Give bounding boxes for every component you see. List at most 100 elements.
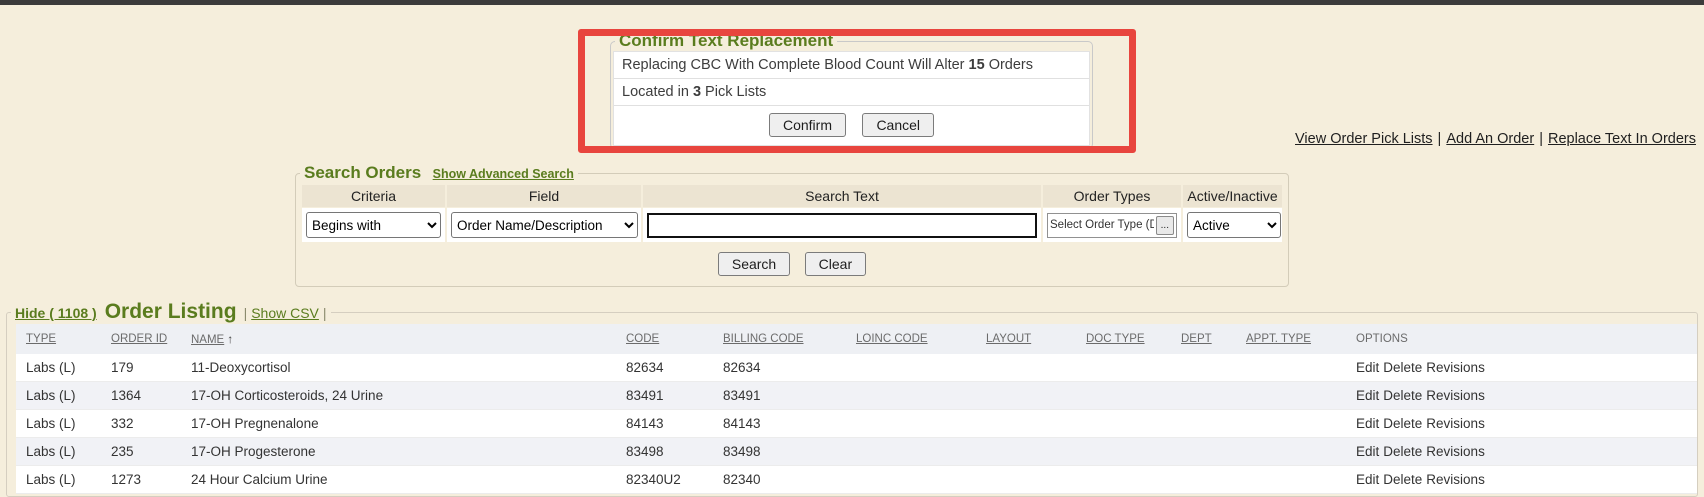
cell-code: 83498	[616, 438, 713, 466]
order-row[interactable]: Labs (L) 1273 24 Hour Calcium Urine 8234…	[16, 466, 1697, 494]
search-button-row: Search Clear	[300, 243, 1284, 286]
cell-name: 17-OH Corticosteroids, 24 Urine	[181, 382, 616, 410]
nav-separator: |	[1438, 131, 1442, 147]
column-header-appt-type[interactable]: APPT. TYPE	[1236, 324, 1346, 354]
pipe-separator: |	[323, 305, 327, 321]
show-advanced-search-link[interactable]: Show Advanced Search	[433, 167, 574, 181]
add-an-order-link[interactable]: Add An Order	[1446, 131, 1534, 147]
order-row[interactable]: Labs (L) 235 17-OH Progesterone 83498 83…	[16, 438, 1697, 466]
cell-order-id: 1364	[101, 382, 181, 410]
column-header-type[interactable]: TYPE	[16, 324, 101, 354]
option-edit-link[interactable]: Edit	[1356, 416, 1379, 431]
cell-dept	[1171, 438, 1236, 466]
dialog-button-row: Confirm Cancel	[614, 106, 1089, 145]
column-header-name[interactable]: NAME↑	[181, 324, 616, 354]
dialog-title: Confirm Text Replacement	[615, 31, 837, 51]
search-orders-legend: Search Orders Show Advanced Search	[300, 163, 578, 183]
column-header-loinc-code[interactable]: LOINC CODE	[846, 324, 976, 354]
option-delete-link[interactable]: Delete	[1383, 360, 1422, 375]
column-header-layout[interactable]: LAYOUT	[976, 324, 1076, 354]
dialog-body: Replacing CBC With Complete Blood Count …	[613, 51, 1090, 146]
search-text-input[interactable]	[647, 213, 1037, 238]
cell-loinc-code	[846, 382, 976, 410]
cell-doc-type	[1076, 466, 1171, 494]
column-header-options: OPTIONS	[1346, 324, 1697, 354]
orders-count: 15	[969, 57, 985, 73]
active-inactive-select[interactable]: Active	[1187, 212, 1281, 238]
search-button[interactable]: Search	[718, 252, 790, 276]
header-zone: Confirm Text Replacement Replacing CBC W…	[0, 5, 1704, 163]
cell-appt-type	[1236, 410, 1346, 438]
cell-name: 17-OH Pregnenalone	[181, 410, 616, 438]
message-prefix: Replacing CBC With Complete Blood Count …	[622, 57, 969, 73]
cell-options: Edit Delete Revisions	[1346, 438, 1697, 466]
view-order-pick-lists-link[interactable]: View Order Pick Lists	[1295, 131, 1433, 147]
order-type-picker[interactable]: Select Order Type (Default is All) ...	[1047, 213, 1177, 238]
cell-order-id: 235	[101, 438, 181, 466]
cell-type: Labs (L)	[16, 354, 101, 382]
search-orders-panel: Search Orders Show Advanced Search Crite…	[295, 163, 1289, 287]
message-suffix: Orders	[985, 57, 1033, 73]
cell-options: EditDeleteRevisions	[1346, 466, 1697, 494]
cell-dept	[1171, 382, 1236, 410]
search-text-column-header: Search Text	[643, 185, 1041, 207]
option-revisions-link[interactable]: Revisions	[1426, 444, 1485, 459]
order-row[interactable]: Labs (L) 1364 17-OH Corticosteroids, 24 …	[16, 382, 1697, 410]
cell-name: 11-Deoxycortisol	[181, 354, 616, 382]
cell-doc-type	[1076, 354, 1171, 382]
order-row[interactable]: Labs (L) 179 11-Deoxycortisol 82634 8263…	[16, 354, 1697, 382]
replace-text-in-orders-link[interactable]: Replace Text In Orders	[1548, 131, 1696, 147]
order-types-column-header: Order Types	[1043, 185, 1181, 207]
field-select[interactable]: Order Name/Description	[451, 212, 638, 238]
option-delete-link[interactable]: Delete	[1383, 416, 1422, 431]
criteria-column-header: Criteria	[302, 185, 445, 207]
cell-name: 17-OH Progesterone	[181, 438, 616, 466]
cell-options: Edit Delete Revisions	[1346, 354, 1697, 382]
column-header-order-id[interactable]: ORDER ID	[101, 324, 181, 354]
column-header-doc-type[interactable]: DOC TYPE	[1076, 324, 1171, 354]
cell-billing-code: 83491	[713, 382, 846, 410]
cell-order-id: 179	[101, 354, 181, 382]
cell-doc-type	[1076, 410, 1171, 438]
cell-name: 24 Hour Calcium Urine	[181, 466, 616, 494]
option-delete-link[interactable]: Delete	[1383, 444, 1422, 459]
cancel-button[interactable]: Cancel	[862, 113, 934, 137]
field-column-header: Field	[447, 185, 641, 207]
hide-count-link[interactable]: Hide ( 1108 )	[15, 305, 97, 321]
listing-header-row: TYPE ORDER ID NAME↑ CODE BILLING CODE LO…	[16, 324, 1697, 354]
order-row[interactable]: Labs (L) 332 17-OH Pregnenalone 84143 84…	[16, 410, 1697, 438]
option-delete-link[interactable]: Delete	[1383, 388, 1422, 403]
clear-button[interactable]: Clear	[805, 252, 866, 276]
column-header-billing-code[interactable]: BILLING CODE	[713, 324, 846, 354]
order-listing-title: Order Listing	[105, 300, 237, 323]
picklists-count: 3	[693, 84, 701, 100]
option-edit-link[interactable]: Edit	[1356, 388, 1379, 403]
cell-layout	[976, 410, 1076, 438]
option-revisions-link[interactable]: Revisions	[1426, 360, 1485, 375]
option-edit-link[interactable]: Edit	[1356, 444, 1379, 459]
order-type-browse-button[interactable]: ...	[1156, 216, 1174, 235]
cell-layout	[976, 354, 1076, 382]
cell-code: 82340U2	[616, 466, 713, 494]
dialog-message-picklists: Located in 3 Pick Lists	[614, 79, 1089, 106]
cell-dept	[1171, 410, 1236, 438]
cell-loinc-code	[846, 466, 976, 494]
option-edit-link[interactable]: Edit	[1356, 360, 1379, 375]
criteria-select[interactable]: Begins with	[306, 212, 441, 238]
order-listing-table: TYPE ORDER ID NAME↑ CODE BILLING CODE LO…	[16, 324, 1697, 494]
pipe-separator: |	[244, 305, 248, 321]
sort-ascending-icon: ↑	[227, 332, 233, 346]
cell-billing-code: 84143	[713, 410, 846, 438]
cell-appt-type	[1236, 466, 1346, 494]
cell-doc-type	[1076, 438, 1171, 466]
column-header-code[interactable]: CODE	[616, 324, 713, 354]
column-header-dept[interactable]: DEPT	[1171, 324, 1236, 354]
show-csv-link[interactable]: Show CSV	[251, 305, 319, 321]
confirm-button[interactable]: Confirm	[769, 113, 846, 137]
cell-loinc-code	[846, 438, 976, 466]
search-orders-title: Search Orders	[304, 163, 421, 182]
cell-billing-code: 83498	[713, 438, 846, 466]
dialog-message-orders: Replacing CBC With Complete Blood Count …	[614, 52, 1089, 79]
option-revisions-link[interactable]: Revisions	[1426, 388, 1485, 403]
option-revisions-link[interactable]: Revisions	[1426, 416, 1485, 431]
